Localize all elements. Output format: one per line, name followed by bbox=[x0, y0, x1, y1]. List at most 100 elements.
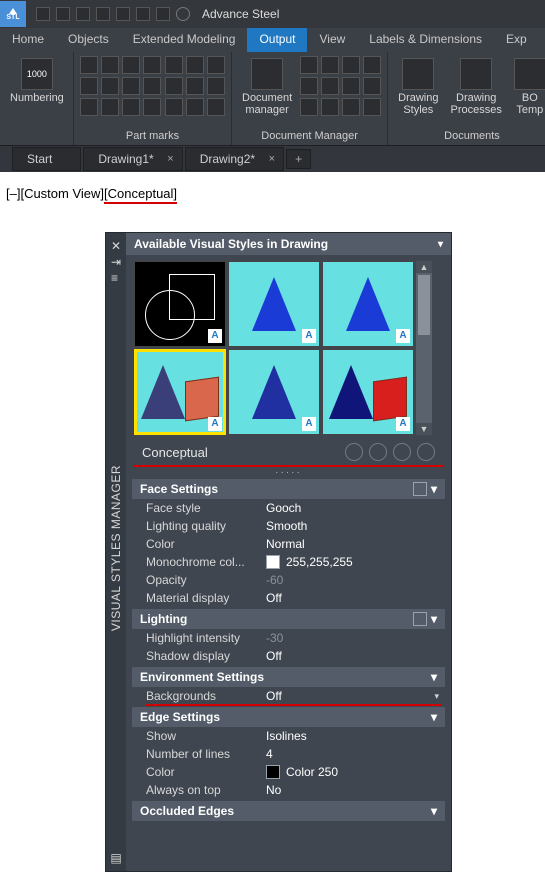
style-thumb-realistic[interactable]: A bbox=[228, 349, 320, 435]
row-color[interactable]: ColorNormal bbox=[132, 535, 445, 553]
style-thumb-hidden[interactable]: A bbox=[322, 261, 414, 347]
qat-save-icon[interactable] bbox=[76, 7, 90, 21]
pm-icon[interactable] bbox=[143, 98, 161, 116]
numbering-button[interactable]: 1000 Numbering bbox=[6, 56, 68, 106]
row-monochrome-color[interactable]: Monochrome col...255,255,255 bbox=[132, 553, 445, 571]
new-tab-button[interactable]: + bbox=[286, 149, 311, 169]
scroll-thumb[interactable] bbox=[418, 275, 430, 335]
row-lighting-quality[interactable]: Lighting qualitySmooth bbox=[132, 517, 445, 535]
dm-icon[interactable] bbox=[342, 77, 360, 95]
palette-close-button[interactable]: ✕ bbox=[111, 239, 121, 253]
tab-export[interactable]: Exp bbox=[494, 28, 539, 52]
pm-icon[interactable] bbox=[207, 56, 225, 74]
gallery-scrollbar[interactable]: ▲ ▼ bbox=[416, 261, 432, 435]
row-material-display[interactable]: Material displayOff bbox=[132, 589, 445, 607]
pm-icon[interactable] bbox=[80, 98, 98, 116]
doc-tab-drawing1[interactable]: Drawing1*× bbox=[83, 147, 182, 171]
dm-icon[interactable] bbox=[363, 77, 381, 95]
doc-tab-drawing2[interactable]: Drawing2*× bbox=[185, 147, 284, 171]
group-lighting[interactable]: Lighting ▾ bbox=[132, 609, 445, 629]
document-manager-button[interactable]: Document manager bbox=[238, 56, 296, 118]
tab-home[interactable]: Home bbox=[0, 28, 56, 52]
row-show[interactable]: ShowIsolines bbox=[132, 727, 445, 745]
style-thumb-2dwireframe[interactable]: A bbox=[134, 261, 226, 347]
pm-icon[interactable] bbox=[80, 56, 98, 74]
group-face-settings[interactable]: Face Settings ▾ bbox=[132, 479, 445, 499]
group-edge-settings[interactable]: Edge Settings ▾ bbox=[132, 707, 445, 727]
qat-new-icon[interactable] bbox=[36, 7, 50, 21]
available-styles-header[interactable]: Available Visual Styles in Drawing ▾ bbox=[126, 233, 451, 255]
scroll-up-icon[interactable]: ▲ bbox=[416, 261, 432, 273]
tab-extended-modeling[interactable]: Extended Modeling bbox=[121, 28, 248, 52]
pm-icon[interactable] bbox=[80, 77, 98, 95]
pm-icon[interactable] bbox=[165, 77, 183, 95]
dm-icon[interactable] bbox=[321, 98, 339, 116]
style-thumb-wireframe[interactable]: A bbox=[228, 261, 320, 347]
palette-properties-icon[interactable]: ▤ bbox=[110, 851, 121, 865]
pm-icon[interactable] bbox=[143, 77, 161, 95]
view-controls[interactable]: [–][Custom View] bbox=[6, 186, 104, 201]
row-edge-color[interactable]: ColorColor 250 bbox=[132, 763, 445, 781]
dm-icon[interactable] bbox=[321, 77, 339, 95]
qat-undo-icon[interactable] bbox=[136, 7, 150, 21]
qat-print-icon[interactable] bbox=[116, 7, 130, 21]
dm-icon[interactable] bbox=[300, 56, 318, 74]
palette-menu-button[interactable]: ≡ bbox=[111, 271, 121, 285]
pm-icon[interactable] bbox=[122, 56, 140, 74]
pm-icon[interactable] bbox=[101, 98, 119, 116]
dm-icon[interactable] bbox=[363, 98, 381, 116]
style-thumb-conceptual[interactable]: A bbox=[134, 349, 226, 435]
dm-icon[interactable] bbox=[300, 77, 318, 95]
pm-icon[interactable] bbox=[101, 56, 119, 74]
app-menu-button[interactable]: STL bbox=[0, 1, 26, 27]
dm-icon[interactable] bbox=[342, 56, 360, 74]
tab-objects[interactable]: Objects bbox=[56, 28, 121, 52]
drawing-processes-button[interactable]: Drawing Processes bbox=[447, 56, 506, 118]
apply-style-icon[interactable] bbox=[369, 443, 387, 461]
group-options-icon[interactable] bbox=[413, 612, 427, 626]
group-occluded-edges[interactable]: Occluded Edges ▾ bbox=[132, 801, 445, 821]
pm-icon[interactable] bbox=[207, 98, 225, 116]
row-backgrounds[interactable]: Backgrounds Off▾ bbox=[132, 687, 445, 705]
dm-icon[interactable] bbox=[363, 56, 381, 74]
row-face-style[interactable]: Face styleGooch bbox=[132, 499, 445, 517]
visual-style-label[interactable]: [Conceptual] bbox=[104, 186, 177, 204]
close-icon[interactable]: × bbox=[167, 153, 173, 165]
pm-icon[interactable] bbox=[122, 77, 140, 95]
bom-templates-button[interactable]: BO Temp bbox=[510, 56, 545, 118]
row-number-of-lines[interactable]: Number of lines4 bbox=[132, 745, 445, 763]
pm-icon[interactable] bbox=[186, 56, 204, 74]
row-highlight-intensity[interactable]: Highlight intensity-30 bbox=[132, 629, 445, 647]
group-options-icon[interactable] bbox=[413, 482, 427, 496]
dm-icon[interactable] bbox=[342, 98, 360, 116]
pm-icon[interactable] bbox=[143, 56, 161, 74]
dropdown-arrow-icon[interactable]: ▾ bbox=[434, 691, 439, 702]
group-environment-settings[interactable]: Environment Settings ▾ bbox=[132, 667, 445, 687]
doc-tab-start[interactable]: Start bbox=[12, 147, 81, 171]
qat-open-icon[interactable] bbox=[56, 7, 70, 21]
dm-icon[interactable] bbox=[300, 98, 318, 116]
pm-icon[interactable] bbox=[122, 98, 140, 116]
qat-redo-icon[interactable] bbox=[156, 7, 170, 21]
close-icon[interactable]: × bbox=[269, 153, 275, 165]
tab-view[interactable]: View bbox=[307, 28, 357, 52]
qat-saveas-icon[interactable] bbox=[96, 7, 110, 21]
scroll-down-icon[interactable]: ▼ bbox=[416, 423, 432, 435]
row-always-on-top[interactable]: Always on topNo bbox=[132, 781, 445, 799]
splitter-grip[interactable]: ····· bbox=[126, 467, 451, 477]
pm-icon[interactable] bbox=[101, 77, 119, 95]
export-style-icon[interactable] bbox=[393, 443, 411, 461]
new-style-icon[interactable] bbox=[345, 443, 363, 461]
pm-icon[interactable] bbox=[186, 98, 204, 116]
drawing-styles-button[interactable]: Drawing Styles bbox=[394, 56, 442, 118]
tab-labels-dimensions[interactable]: Labels & Dimensions bbox=[357, 28, 494, 52]
pm-icon[interactable] bbox=[165, 56, 183, 74]
palette-autohide-button[interactable]: ⇥ bbox=[111, 255, 121, 269]
row-shadow-display[interactable]: Shadow displayOff bbox=[132, 647, 445, 665]
tab-output[interactable]: Output bbox=[247, 28, 307, 52]
pm-icon[interactable] bbox=[186, 77, 204, 95]
pm-icon[interactable] bbox=[165, 98, 183, 116]
row-opacity[interactable]: Opacity-60 bbox=[132, 571, 445, 589]
delete-style-icon[interactable] bbox=[417, 443, 435, 461]
pm-icon[interactable] bbox=[207, 77, 225, 95]
